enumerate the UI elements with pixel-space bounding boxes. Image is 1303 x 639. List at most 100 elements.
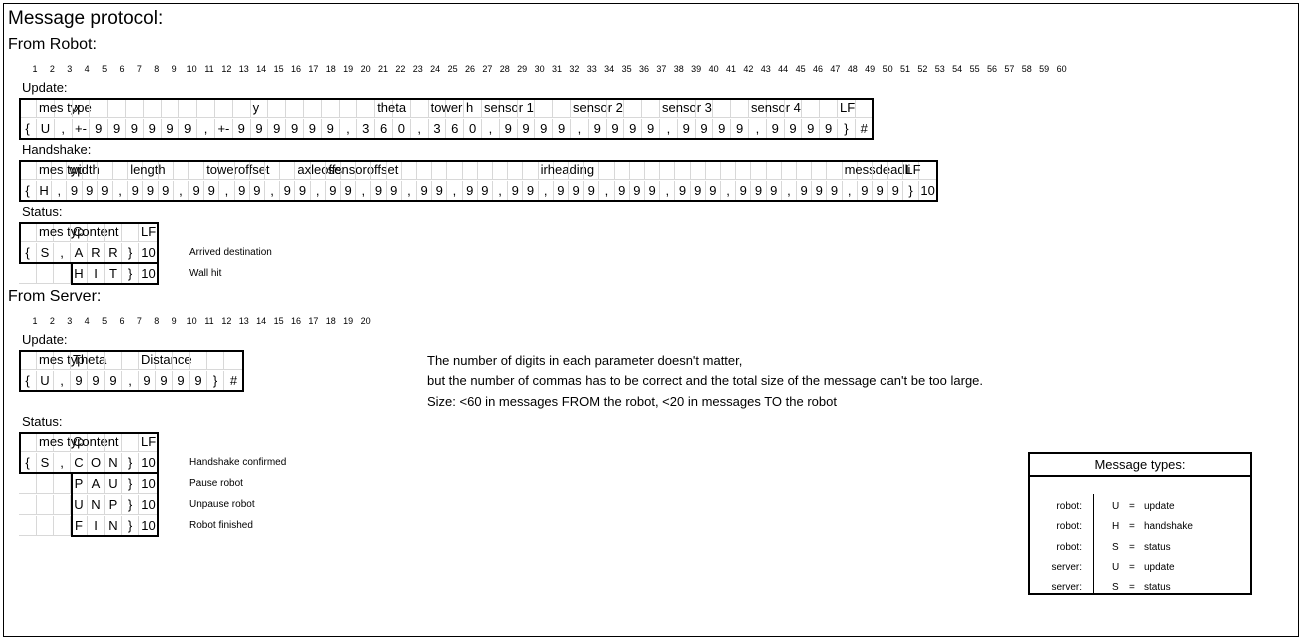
cell: 9 [784, 119, 803, 139]
cell [19, 264, 37, 284]
cell [126, 98, 144, 118]
cell [918, 160, 938, 180]
cell: 10 [918, 181, 938, 201]
cell: sensor 1 [482, 98, 534, 118]
column-number: 13 [238, 64, 249, 74]
column-number: 32 [569, 64, 580, 74]
column-number: 30 [534, 64, 545, 74]
cell: I [88, 516, 105, 536]
cell: mes typ [37, 160, 85, 180]
column-number: 46 [812, 64, 824, 74]
column-number: 5 [102, 64, 108, 74]
column-number: 38 [673, 64, 684, 74]
cell: Theta [71, 350, 106, 370]
cell [371, 160, 387, 180]
cell: irheading [538, 160, 594, 180]
cell: 9 [517, 119, 536, 139]
cell: 9 [642, 119, 660, 139]
cell: , [173, 181, 189, 201]
cell [54, 474, 71, 494]
column-number: 42 [743, 64, 754, 74]
cell: 9 [820, 119, 838, 139]
cell: N [105, 516, 122, 536]
cell: } [207, 371, 224, 391]
column-number: 26 [464, 64, 476, 74]
cell: S [37, 453, 54, 473]
cell [629, 160, 645, 180]
cell: { [19, 181, 37, 201]
legend-meaning: update [1144, 501, 1175, 512]
cell: 9 [690, 181, 706, 201]
cell: } [122, 474, 139, 494]
column-number: 8 [154, 316, 160, 326]
legend-meaning: status [1144, 542, 1171, 553]
cell [721, 160, 737, 180]
cell: 9 [675, 181, 691, 201]
cell: , [113, 181, 129, 201]
legend-source: server: [1051, 582, 1082, 593]
cell [19, 432, 37, 452]
status-value-row: P A U} 10 [19, 474, 159, 494]
legend-source: server: [1051, 562, 1082, 573]
cell: 9 [204, 181, 220, 201]
cell: 9 [304, 119, 322, 139]
cell [122, 222, 139, 242]
cell [37, 516, 54, 536]
cell: } [122, 495, 139, 515]
column-number: 53 [934, 64, 945, 74]
column-number: 10 [186, 64, 197, 74]
server-update-value-row: {U, 9 9 9, 9 9 9 9} # [19, 371, 244, 391]
cell: LF [139, 432, 159, 452]
note-line-1: The number of digits in each parameter d… [427, 353, 743, 368]
cell: 0 [393, 119, 411, 139]
cell: 9 [143, 119, 162, 139]
status-value-row: H I T} 10 [19, 264, 159, 284]
cell: 9 [731, 119, 749, 139]
cell [339, 98, 358, 118]
legend-equals: = [1129, 501, 1135, 512]
cell [161, 98, 180, 118]
column-number: 7 [136, 64, 142, 74]
legend-source: robot: [1056, 542, 1082, 553]
message-types-legend: Message types: robot: U = update robot: … [1028, 452, 1252, 595]
cell: 9 [797, 181, 813, 201]
column-number: 21 [377, 64, 389, 74]
cell: 9 [417, 181, 433, 201]
cell: U [71, 495, 88, 515]
cell: , [493, 181, 509, 201]
cell: # [855, 119, 874, 139]
column-number: 20 [360, 316, 371, 326]
column-number: 11 [204, 64, 214, 74]
cell: I [88, 264, 105, 284]
cell: 9 [286, 119, 304, 139]
cell: sensor 4 [749, 98, 801, 118]
cell: , [660, 181, 676, 201]
cell: 9 [126, 119, 144, 139]
cell [304, 98, 322, 118]
cell: 9 [606, 119, 625, 139]
cell: 9 [462, 181, 478, 201]
cell [19, 222, 37, 242]
column-number: 59 [1039, 64, 1050, 74]
cell: 9 [645, 181, 661, 201]
cell: 9 [128, 181, 144, 201]
cell: 9 [812, 181, 828, 201]
column-number: 60 [1056, 64, 1067, 74]
status-description: Pause robot [189, 478, 243, 489]
cell: 9 [508, 181, 524, 201]
cell [234, 160, 250, 180]
cell [462, 160, 478, 180]
cell [249, 160, 265, 180]
cell [675, 160, 691, 180]
cell: , [749, 119, 767, 139]
column-number: 2 [49, 64, 55, 74]
cell [19, 495, 37, 515]
cell [122, 350, 139, 370]
cell: } [838, 119, 856, 139]
cell [553, 98, 571, 118]
cell [624, 98, 643, 118]
column-number: 19 [343, 316, 354, 326]
cell: theta [375, 98, 406, 118]
cell: , [538, 181, 554, 201]
column-number: 15 [273, 316, 284, 326]
